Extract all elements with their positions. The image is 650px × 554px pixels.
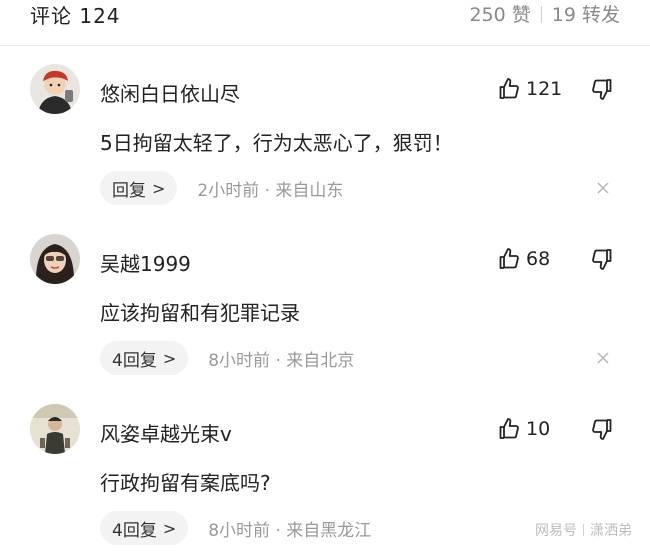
avatar[interactable]	[30, 64, 80, 114]
thumbs-up-icon	[499, 248, 519, 269]
thumbs-up-icon	[499, 78, 519, 99]
username[interactable]: 悠闲白日依山尽	[100, 78, 240, 107]
chevron-right-icon: >	[162, 348, 177, 368]
username[interactable]: 风姿卓越光束v	[100, 418, 232, 447]
comment-meta: 8小时前 · 来自黑龙江	[208, 520, 372, 541]
reply-button[interactable]: 回复 >	[100, 171, 178, 205]
like-button[interactable]: 10	[497, 416, 550, 442]
comment-count-title: 评论 124	[30, 4, 121, 28]
watermark-source: 网易号	[535, 523, 577, 539]
close-icon[interactable]	[596, 180, 610, 194]
comment-text: 行政拘留有案底吗?	[100, 471, 271, 495]
chevron-right-icon: >	[162, 518, 177, 538]
watermark-author: 潇洒弟	[590, 523, 632, 539]
close-icon[interactable]	[596, 350, 610, 364]
shares-total[interactable]: 19 转发	[552, 4, 620, 26]
comment-meta: 8小时前 · 来自北京	[208, 350, 355, 371]
avatar[interactable]	[30, 404, 80, 454]
reply-row: 回复 > 2小时前 · 来自山东	[100, 171, 343, 205]
reply-row: 4回复 > 8小时前 · 来自北京	[100, 341, 354, 375]
dislike-button[interactable]	[590, 247, 614, 271]
header-divider	[0, 45, 650, 46]
thumbs-down-icon	[592, 79, 612, 100]
comment-item: 悠闲白日依山尽 121 5日拘留太轻了，行为太恶心了，狠罚！ 回复 > 2小时前 …	[0, 64, 650, 214]
thumbs-down-icon	[592, 249, 612, 270]
thumbs-up-icon	[499, 418, 519, 439]
thumbs-down-icon	[592, 419, 612, 440]
reply-row: 4回复 > 8小时前 · 来自黑龙江	[100, 511, 371, 545]
avatar[interactable]	[30, 234, 80, 284]
like-button[interactable]: 68	[497, 246, 550, 272]
comment-text: 应该拘留和有犯罪记录	[100, 301, 300, 325]
stats-divider	[540, 6, 542, 23]
dislike-button[interactable]	[590, 417, 614, 441]
like-count: 121	[526, 78, 563, 100]
username[interactable]: 吴越1999	[100, 248, 191, 277]
reply-button[interactable]: 4回复 >	[100, 511, 189, 545]
like-button[interactable]: 121	[497, 76, 562, 102]
reply-label: 回复	[112, 180, 146, 201]
comments-header: 评论 124 250 赞 19 转发	[30, 0, 620, 30]
dislike-button[interactable]	[590, 77, 614, 101]
reply-label: 4回复	[112, 350, 157, 371]
watermark: 网易号 潇洒弟	[535, 520, 632, 540]
reply-label: 4回复	[112, 520, 157, 541]
reply-button[interactable]: 4回复 >	[100, 341, 189, 375]
comment-item: 吴越1999 68 应该拘留和有犯罪记录 4回复 > 8小时前 · 来自北京	[0, 234, 650, 384]
watermark-divider	[583, 524, 584, 536]
comment-text: 5日拘留太轻了，行为太恶心了，狠罚！	[100, 131, 453, 155]
likes-total[interactable]: 250 赞	[469, 4, 530, 26]
like-count: 10	[526, 418, 551, 440]
header-stats: 250 赞 19 转发	[469, 0, 620, 27]
like-count: 68	[526, 248, 551, 270]
comment-meta: 2小时前 · 来自山东	[197, 180, 344, 201]
chevron-right-icon: >	[152, 178, 166, 198]
